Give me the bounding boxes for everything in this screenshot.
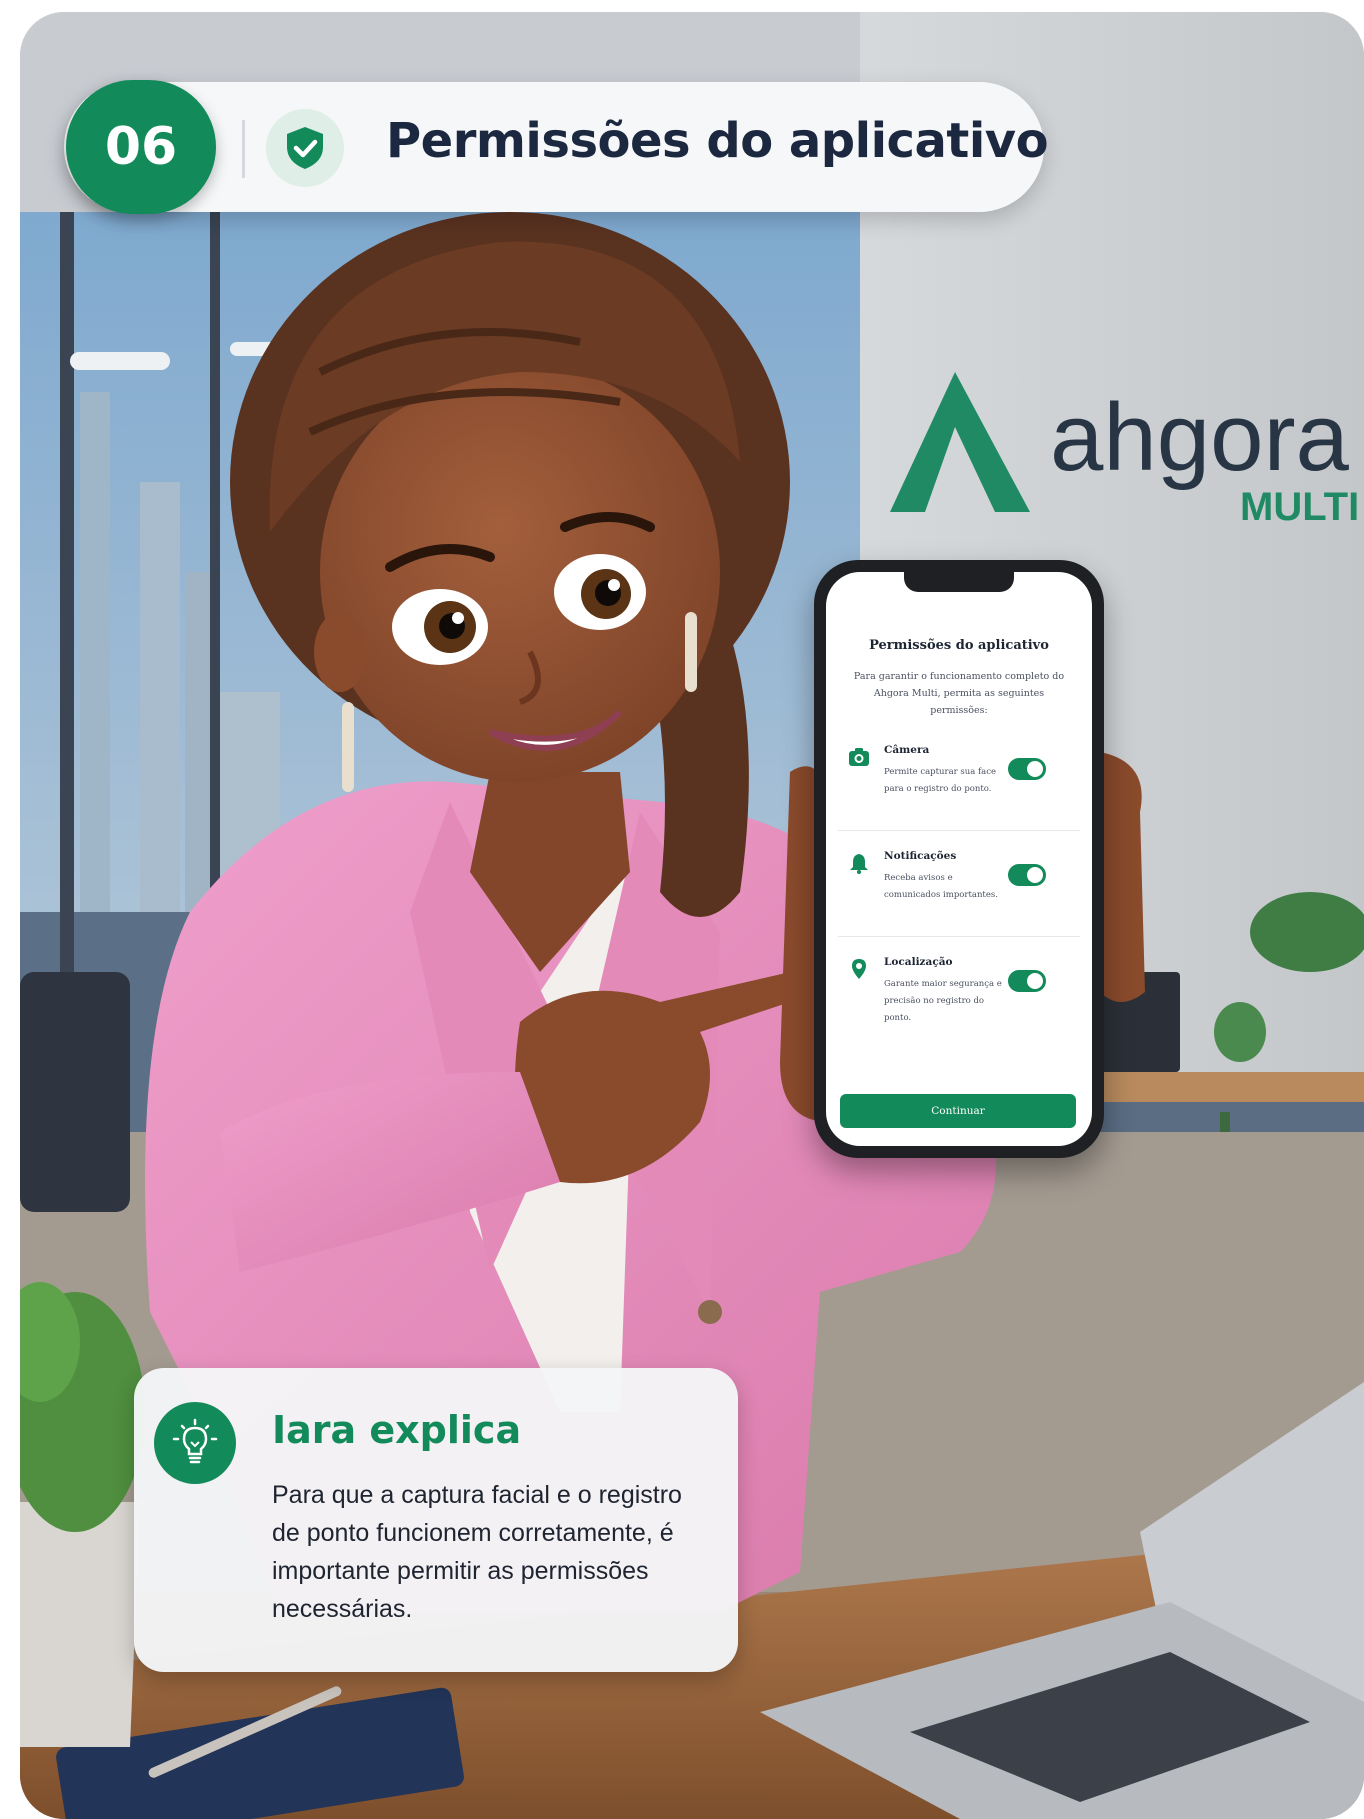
- continue-button[interactable]: Continuar: [840, 1094, 1076, 1128]
- phone-screen: Permissões do aplicativo Para garantir o…: [826, 572, 1092, 1146]
- permission-name: Notificações: [884, 850, 957, 862]
- tip-card: Iara explica Para que a captura facial e…: [134, 1368, 738, 1672]
- location-pin-icon: [848, 958, 870, 980]
- permission-name: Câmera: [884, 744, 930, 756]
- camera-icon: [848, 746, 870, 768]
- shield-check-icon: [266, 109, 344, 187]
- notifications-toggle[interactable]: [1008, 864, 1046, 886]
- divider: [838, 936, 1080, 937]
- tip-title: Iara explica: [272, 1408, 522, 1452]
- title-divider: [242, 120, 245, 178]
- permission-description: Garante maior segurança e precisão no re…: [884, 979, 1002, 1023]
- permission-description: Permite capturar sua face para o registr…: [884, 767, 997, 794]
- tip-body: Para que a captura facial e o registro d…: [272, 1481, 682, 1623]
- phone-notch: [904, 572, 1014, 592]
- location-toggle[interactable]: [1008, 970, 1046, 992]
- divider: [838, 830, 1080, 831]
- illustration-card: ahgora MULTI 06 Permissões do aplicativo…: [20, 12, 1364, 1819]
- svg-text:ahgora: ahgora: [1050, 384, 1350, 491]
- permission-name: Localização: [884, 956, 953, 968]
- camera-toggle[interactable]: [1008, 758, 1046, 780]
- lightbulb-icon: [154, 1402, 236, 1484]
- svg-text:MULTI: MULTI: [1240, 485, 1359, 529]
- permission-location: Localização Garante maior segurança e pr…: [838, 944, 1080, 1040]
- screen-description: Para garantir o funcionamento completo d…: [853, 671, 1065, 716]
- permission-notifications: Notificações Receba avisos e comunicados…: [838, 838, 1080, 934]
- phone-mockup: Permissões do aplicativo Para garantir o…: [814, 560, 1104, 1158]
- permission-camera: Câmera Permite capturar sua face para o …: [838, 732, 1080, 828]
- page-title: Permissões do aplicativo: [386, 113, 1049, 169]
- permission-description: Receba avisos e comunicados importantes.: [884, 873, 998, 900]
- step-number-badge: 06: [66, 80, 216, 214]
- screen-title: Permissões do aplicativo: [869, 638, 1049, 653]
- bell-icon: [848, 852, 870, 874]
